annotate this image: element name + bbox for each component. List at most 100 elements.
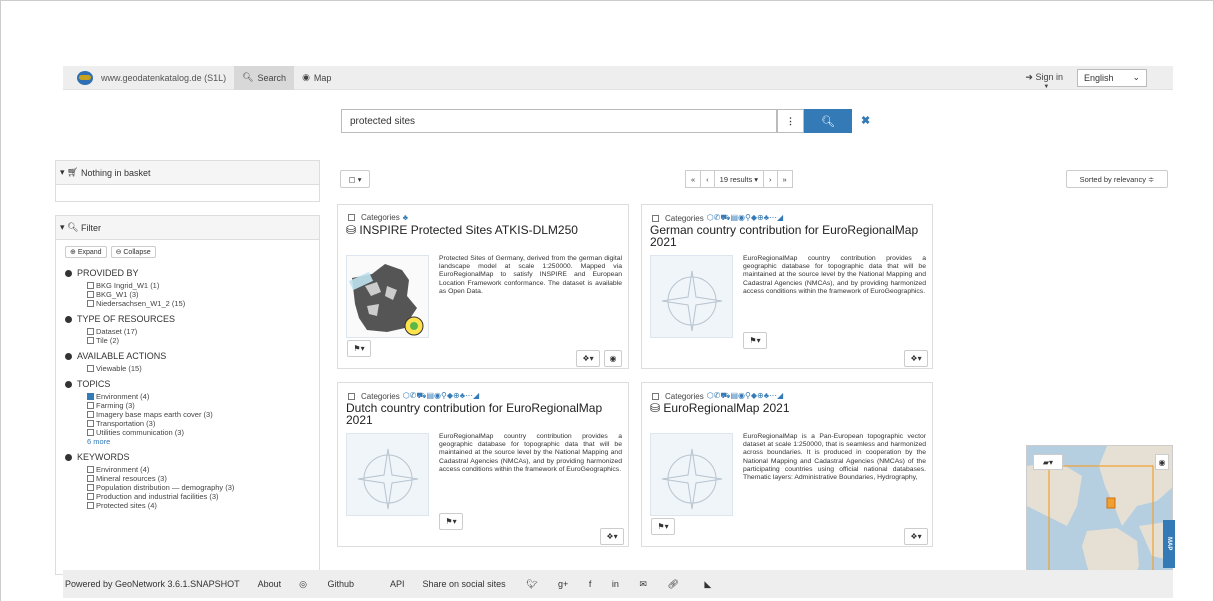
result-card[interactable]: Categories ♣ ⛁ INSPIRE Protected Sites AT…	[337, 204, 629, 369]
facet-item[interactable]: Environment (4)	[65, 392, 319, 401]
result-title[interactable]: ⛁ EuroRegionalMap 2021	[650, 402, 926, 414]
facet-checkbox[interactable]	[87, 291, 94, 298]
pager-next[interactable]: ›	[763, 170, 778, 188]
result-card[interactable]: Categories ⬡✆⛟▤◉⚲◆⊕♣⋯◢ Dutch country cont…	[337, 382, 629, 547]
select-checkbox[interactable]	[652, 214, 659, 222]
api-link[interactable]: API	[390, 579, 405, 589]
sort-dropdown[interactable]: Sorted by relevancy ≑	[1066, 170, 1168, 188]
facet-checkbox[interactable]	[87, 502, 94, 509]
facet-more-link[interactable]: 6 more	[65, 437, 319, 446]
facet-item[interactable]: Population distribution — demography (3)	[65, 483, 319, 492]
facet-item[interactable]: BKG Ingrid_W1 (1)	[65, 281, 319, 290]
nav-search[interactable]: 🔍︎ Search	[234, 65, 295, 90]
facet-item[interactable]: BKG_W1 (3)	[65, 290, 319, 299]
facet-item[interactable]: Farming (3)	[65, 401, 319, 410]
download-dropdown[interactable]: ⚑▾	[439, 513, 463, 530]
search-options-button[interactable]: ⋮	[777, 109, 804, 133]
facet-section-header[interactable]: AVAILABLE ACTIONS	[65, 351, 319, 361]
facet-checkbox[interactable]	[87, 393, 94, 400]
search-input[interactable]: protected sites	[341, 109, 777, 133]
facet-checkbox[interactable]	[87, 475, 94, 482]
link-icon[interactable]: 🔗︎	[667, 579, 678, 589]
categories-label: Categories	[665, 391, 704, 401]
twitter-icon[interactable]: 🐦︎	[526, 579, 537, 589]
facet-item[interactable]: Mineral resources (3)	[65, 474, 319, 483]
google-plus-icon[interactable]: g+	[558, 579, 568, 589]
result-title[interactable]: German country contribution for EuroRegi…	[650, 224, 926, 248]
pager-first[interactable]: «	[685, 170, 702, 188]
site-brand[interactable]: www.geodatenkatalog.de (S1L)	[63, 66, 234, 90]
download-dropdown[interactable]: ⚑▾	[651, 518, 675, 535]
facet-item[interactable]: Protected sites (4)	[65, 501, 319, 510]
about-link[interactable]: About	[258, 579, 282, 589]
view-on-map-button[interactable]: ◉	[604, 350, 622, 367]
sign-in-link[interactable]: ➜ Sign in ▼	[1011, 72, 1077, 90]
facet-item[interactable]: Viewable (15)	[65, 364, 319, 373]
expand-button[interactable]: ⊕ Expand	[65, 246, 107, 258]
facet-section-header[interactable]: PROVIDED BY	[65, 268, 319, 278]
facet-section-header[interactable]: TYPE OF RESOURCES	[65, 314, 319, 324]
github-link[interactable]: ◎ Github	[299, 579, 372, 590]
linkedin-icon[interactable]: in	[612, 579, 619, 589]
facet-checkbox[interactable]	[87, 466, 94, 473]
result-card[interactable]: Categories ⬡✆⛟▤◉⚲◆⊕♣⋯◢ ⛁ EuroRegionalMap …	[641, 382, 933, 547]
nav-map[interactable]: ◉ Map	[294, 66, 339, 90]
pin-dropdown[interactable]: ❖▾	[904, 350, 928, 367]
rss-icon[interactable]: ◣	[704, 579, 711, 589]
select-all-dropdown[interactable]: ▢ ▾	[340, 170, 370, 188]
categories-label: Categories	[361, 213, 400, 222]
result-card[interactable]: Categories ⬡✆⛟▤◉⚲◆⊕♣⋯◢ German country con…	[641, 204, 933, 369]
facet-item[interactable]: Transportation (3)	[65, 419, 319, 428]
facet-checkbox[interactable]	[87, 484, 94, 491]
filter-header[interactable]: ▾ 🔍︎ Filter	[56, 216, 319, 240]
facet-item[interactable]: Production and industrial facilities (3)	[65, 492, 319, 501]
select-checkbox[interactable]	[652, 392, 659, 400]
facet-section-title: PROVIDED BY	[77, 268, 139, 278]
pin-dropdown[interactable]: ❖▾	[600, 528, 624, 545]
language-select[interactable]: English ⌄	[1077, 68, 1147, 87]
facet-list: PROVIDED BY BKG Ingrid_W1 (1) BKG_W1 (3) Ni…	[56, 258, 319, 510]
facet-checkbox[interactable]	[87, 282, 94, 289]
facet-checkbox[interactable]	[87, 300, 94, 307]
facet-section-header[interactable]: TOPICS	[65, 379, 319, 389]
facet-section-header[interactable]: KEYWORDS	[65, 452, 319, 462]
map-globe-button[interactable]: ◉	[1155, 454, 1169, 470]
facet-checkbox[interactable]	[87, 411, 94, 418]
result-thumbnail	[346, 433, 429, 516]
categories-label: Categories	[665, 213, 704, 223]
map-expand-tab[interactable]: MAP	[1163, 520, 1175, 568]
download-dropdown[interactable]: ⚑▾	[743, 332, 767, 349]
globe-icon: ◉	[1158, 457, 1166, 467]
facet-checkbox[interactable]	[87, 365, 94, 372]
download-dropdown[interactable]: ⚑▾	[347, 340, 371, 357]
pager-prev[interactable]: ‹	[700, 170, 715, 188]
basket-header[interactable]: ▾ 🛒︎ Nothing in basket	[56, 161, 319, 185]
layer-dropdown[interactable]: ▰▾	[1033, 454, 1063, 470]
clear-search-button[interactable]: ✖	[861, 114, 870, 127]
collapse-button[interactable]: ⊖ Collapse	[110, 246, 156, 258]
pin-dropdown[interactable]: ❖▾	[904, 528, 928, 545]
facet-checkbox[interactable]	[87, 420, 94, 427]
facet-item[interactable]: Imagery base maps earth cover (3)	[65, 410, 319, 419]
facet-item[interactable]: Environment (4)	[65, 465, 319, 474]
facet-checkbox[interactable]	[87, 337, 94, 344]
result-title[interactable]: Dutch country contribution for EuroRegio…	[346, 402, 622, 426]
facet-checkbox[interactable]	[87, 328, 94, 335]
facet-checkbox[interactable]	[87, 402, 94, 409]
facet-item[interactable]: Niedersachsen_W1_2 (15)	[65, 299, 319, 308]
facebook-icon[interactable]: f	[589, 579, 592, 589]
facet-checkbox[interactable]	[87, 493, 94, 500]
pager-last[interactable]: »	[776, 170, 793, 188]
select-checkbox[interactable]	[348, 392, 355, 400]
result-title[interactable]: ⛁ INSPIRE Protected Sites ATKIS-DLM250	[346, 224, 622, 236]
facet-item[interactable]: Dataset (17)	[65, 327, 319, 336]
pin-dropdown[interactable]: ❖▾	[576, 350, 600, 367]
facet-item[interactable]: Tile (2)	[65, 336, 319, 345]
results-count-dropdown[interactable]: 19 results ▾	[713, 170, 765, 188]
facet-item[interactable]: Utilities communication (3)	[65, 428, 319, 437]
select-checkbox[interactable]	[348, 214, 355, 221]
search-button[interactable]: 🔍︎	[804, 109, 852, 133]
pager: « ‹ 19 results ▾ › »	[685, 170, 793, 188]
facet-checkbox[interactable]	[87, 429, 94, 436]
email-icon[interactable]: ✉	[639, 579, 647, 589]
